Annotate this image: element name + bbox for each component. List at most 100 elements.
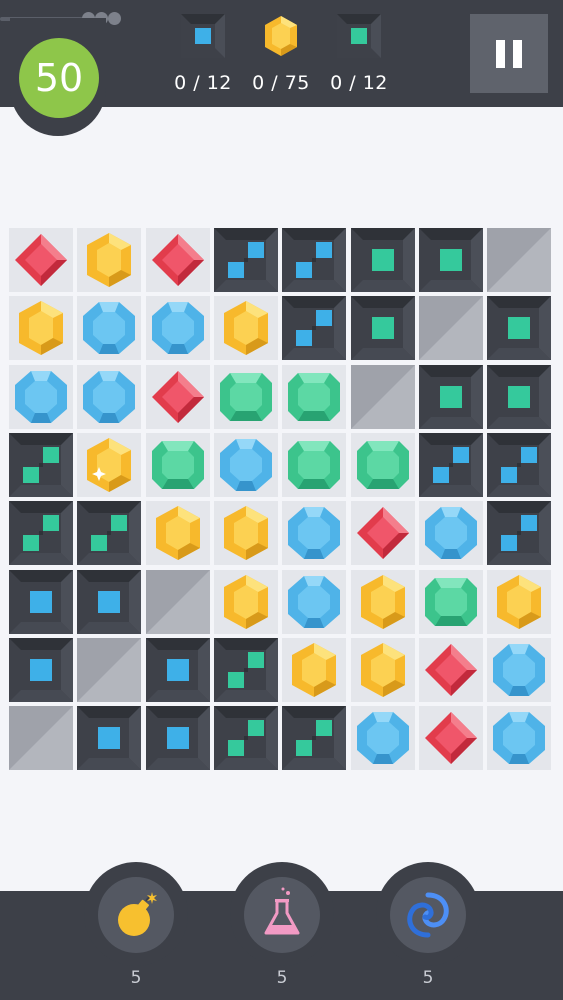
green-gem-cell[interactable]	[282, 433, 346, 497]
green-tile-cell[interactable]	[487, 365, 551, 429]
yellow-gem-cell[interactable]	[282, 638, 346, 702]
yellow-gem-icon	[224, 506, 268, 560]
blue-tile-cell[interactable]	[9, 638, 73, 702]
blue-tile-icon	[9, 570, 73, 634]
red-gem-cell[interactable]	[351, 501, 415, 565]
blue-gem-cell[interactable]	[282, 501, 346, 565]
double-green-tile-cell[interactable]	[282, 706, 346, 770]
blue-gem-cell[interactable]	[351, 706, 415, 770]
blue-tile-icon	[77, 570, 141, 634]
yellow-gem-icon	[156, 506, 200, 560]
yellow-gem-cell[interactable]	[146, 501, 210, 565]
green-tile-cell[interactable]	[419, 228, 483, 292]
double-blue-tile-cell[interactable]	[419, 433, 483, 497]
yellow-gem-cell[interactable]	[214, 501, 278, 565]
yellow-gem-icon	[19, 301, 63, 355]
vortex-powerup-button[interactable]	[390, 877, 466, 953]
moves-left-counter: 50	[19, 38, 99, 118]
double-blue-tile-icon	[282, 228, 346, 292]
red-gem-cell[interactable]	[9, 228, 73, 292]
blue-gem-cell[interactable]	[487, 706, 551, 770]
yellow-gem-cell[interactable]	[9, 296, 73, 360]
double-blue-tile-icon	[419, 433, 483, 497]
double-green-tile-cell[interactable]	[9, 501, 73, 565]
blue-gem-cell[interactable]	[9, 365, 73, 429]
blue-gem-cell[interactable]	[77, 365, 141, 429]
double-blue-tile-cell[interactable]	[487, 501, 551, 565]
yellow-gem-sparkle-cell[interactable]	[77, 433, 141, 497]
yellow-gem-cell[interactable]	[77, 228, 141, 292]
double-green-tile-cell[interactable]	[214, 638, 278, 702]
blue-gem-icon	[493, 644, 545, 696]
yellow-gem-cell[interactable]	[214, 570, 278, 634]
double-blue-tile-cell[interactable]	[282, 296, 346, 360]
blue-gem-cell[interactable]	[77, 296, 141, 360]
yellow-gem-cell[interactable]	[214, 296, 278, 360]
green-tile-cell[interactable]	[419, 365, 483, 429]
green-gem-cell[interactable]	[282, 365, 346, 429]
double-green-tile-cell[interactable]	[214, 706, 278, 770]
blue-tile-cell[interactable]	[146, 638, 210, 702]
green-tile-icon	[487, 296, 551, 360]
double-blue-tile-icon	[282, 296, 346, 360]
yellow-gem-icon	[497, 575, 541, 629]
bomb-icon	[118, 892, 157, 936]
empty-cell-cell[interactable]	[487, 228, 551, 292]
blue-gem-cell[interactable]	[146, 296, 210, 360]
double-blue-tile-cell[interactable]	[487, 433, 551, 497]
goal-green-tiles: 0 / 12	[319, 14, 399, 94]
red-gem-cell[interactable]	[146, 365, 210, 429]
blue-tile-cell[interactable]	[9, 570, 73, 634]
red-gem-icon	[152, 234, 204, 286]
red-gem-cell[interactable]	[146, 228, 210, 292]
green-tile-icon	[487, 365, 551, 429]
green-tile-cell[interactable]	[351, 228, 415, 292]
yellow-gem-cell[interactable]	[487, 570, 551, 634]
bomb-powerup-button[interactable]	[98, 877, 174, 953]
blue-tile-cell[interactable]	[77, 706, 141, 770]
blue-gem-cell[interactable]	[214, 433, 278, 497]
green-tile-cell[interactable]	[351, 296, 415, 360]
green-gem-cell[interactable]	[419, 570, 483, 634]
blue-gem-cell[interactable]	[282, 570, 346, 634]
yellow-gem-icon	[259, 14, 303, 58]
yellow-gem-cell[interactable]	[351, 638, 415, 702]
empty-cell-icon	[146, 570, 210, 634]
double-blue-tile-cell[interactable]	[282, 228, 346, 292]
pause-icon	[496, 39, 522, 68]
pause-button[interactable]	[470, 14, 548, 93]
blue-gem-icon	[152, 302, 204, 354]
empty-cell-cell[interactable]	[9, 706, 73, 770]
empty-cell-cell[interactable]	[351, 365, 415, 429]
blue-gem-icon	[425, 507, 477, 559]
blue-gem-cell[interactable]	[487, 638, 551, 702]
double-blue-tile-cell[interactable]	[214, 228, 278, 292]
blue-tile-cell[interactable]	[146, 706, 210, 770]
green-tile-icon	[351, 296, 415, 360]
double-green-tile-cell[interactable]	[77, 501, 141, 565]
green-gem-cell[interactable]	[146, 433, 210, 497]
goal-blue-tiles: 0 / 12	[163, 14, 243, 94]
green-gem-icon	[288, 373, 340, 421]
progress-dot	[108, 12, 121, 25]
blue-tile-icon	[146, 706, 210, 770]
double-green-tile-cell[interactable]	[9, 433, 73, 497]
empty-cell-cell[interactable]	[419, 296, 483, 360]
blue-tile-cell[interactable]	[77, 570, 141, 634]
empty-cell-cell[interactable]	[146, 570, 210, 634]
green-gem-cell[interactable]	[214, 365, 278, 429]
green-tile-cell[interactable]	[487, 296, 551, 360]
double-green-tile-icon	[282, 706, 346, 770]
potion-powerup-button[interactable]	[244, 877, 320, 953]
blue-gem-cell[interactable]	[419, 501, 483, 565]
vortex-icon	[407, 892, 449, 938]
double-green-tile-icon	[77, 501, 141, 565]
green-gem-cell[interactable]	[351, 433, 415, 497]
empty-cell-cell[interactable]	[77, 638, 141, 702]
red-gem-cell[interactable]	[419, 706, 483, 770]
red-gem-icon	[425, 712, 477, 764]
game-board[interactable]	[9, 228, 555, 774]
yellow-gem-cell[interactable]	[351, 570, 415, 634]
red-gem-cell[interactable]	[419, 638, 483, 702]
blue-tile-icon	[77, 706, 141, 770]
